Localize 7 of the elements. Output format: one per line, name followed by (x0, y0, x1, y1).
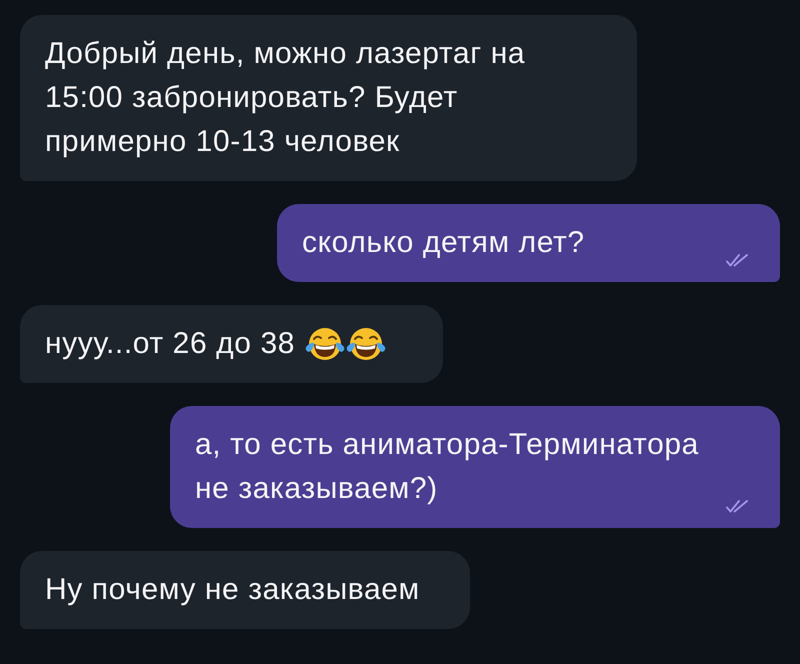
message-text: сколько детям лет? (302, 225, 585, 261)
message-text: Добрый день, можно лазертаг на 15:00 забронировать? Будет примерно 10-13 человек (45, 36, 526, 160)
tears-of-joy-emoji-icon (305, 325, 346, 363)
message-text: Ну почему не заказываем (45, 572, 420, 608)
message-text: а, то есть аниматора-Терминатора не заказываем?) (195, 427, 700, 507)
message-text: нууу...от 26 до 38 (45, 326, 296, 362)
tears-of-joy-emoji-icon (346, 325, 386, 363)
